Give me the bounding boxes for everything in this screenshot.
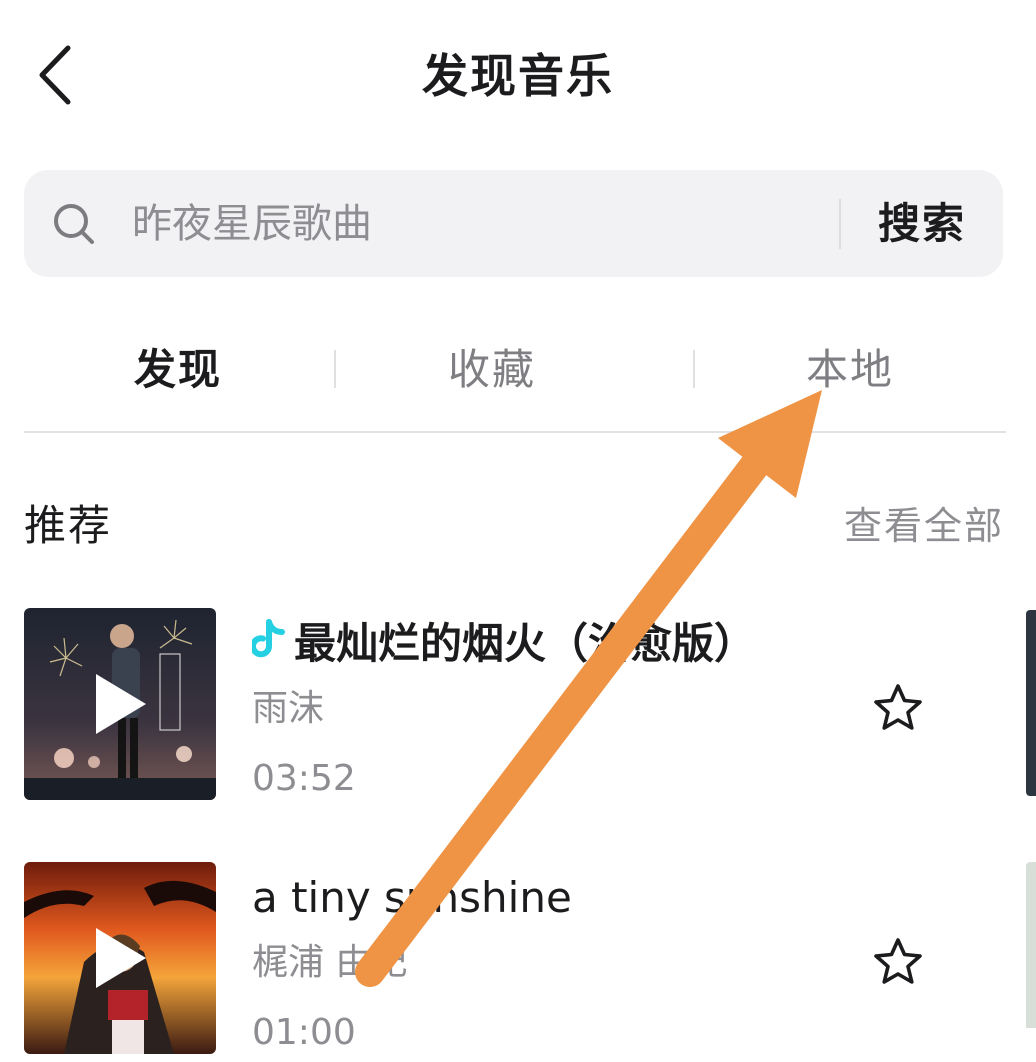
next-card-edge	[1026, 862, 1036, 1028]
next-card-edge	[1026, 610, 1036, 796]
section-title: 推荐	[24, 501, 113, 550]
song-duration: 03:52	[252, 758, 356, 799]
album-cover[interactable]	[24, 862, 216, 1054]
play-icon[interactable]	[96, 674, 146, 734]
tab-favorites[interactable]: 收藏	[372, 338, 612, 402]
search-bar: 搜索	[24, 170, 1003, 277]
tabs-divider	[24, 431, 1006, 433]
song-title: a tiny sunshine	[252, 873, 572, 922]
search-button[interactable]: 搜索	[878, 192, 966, 256]
song-item[interactable]: a tiny sunshine 梶浦 由記 01:00	[0, 862, 1036, 1062]
tab-local[interactable]: 本地	[730, 338, 970, 402]
song-title: 最灿烂的烟火（治愈版）	[294, 619, 757, 668]
tab-separator	[693, 350, 695, 388]
play-icon[interactable]	[96, 928, 146, 988]
song-item[interactable]: 最灿烂的烟火（治愈版） 雨沫 03:52	[0, 608, 1036, 808]
star-icon[interactable]	[872, 936, 924, 988]
tab-bar: 发现 收藏 本地	[0, 330, 1036, 410]
star-icon[interactable]	[872, 682, 924, 734]
search-input[interactable]	[132, 192, 832, 256]
header: 发现音乐	[0, 0, 1036, 150]
tab-discover[interactable]: 发现	[58, 338, 298, 402]
song-title-row: 最灿烂的烟火（治愈版）	[252, 616, 756, 672]
douyin-note-icon	[252, 619, 285, 658]
view-all-link[interactable]: 查看全部	[844, 500, 1004, 552]
search-divider	[839, 199, 841, 249]
song-duration: 01:00	[252, 1012, 356, 1053]
album-cover[interactable]	[24, 608, 216, 800]
song-artist: 梶浦 由記	[252, 942, 408, 983]
tab-separator	[334, 350, 336, 388]
song-artist: 雨沫	[252, 688, 325, 729]
page-title: 发现音乐	[422, 49, 614, 103]
search-icon	[54, 204, 94, 244]
